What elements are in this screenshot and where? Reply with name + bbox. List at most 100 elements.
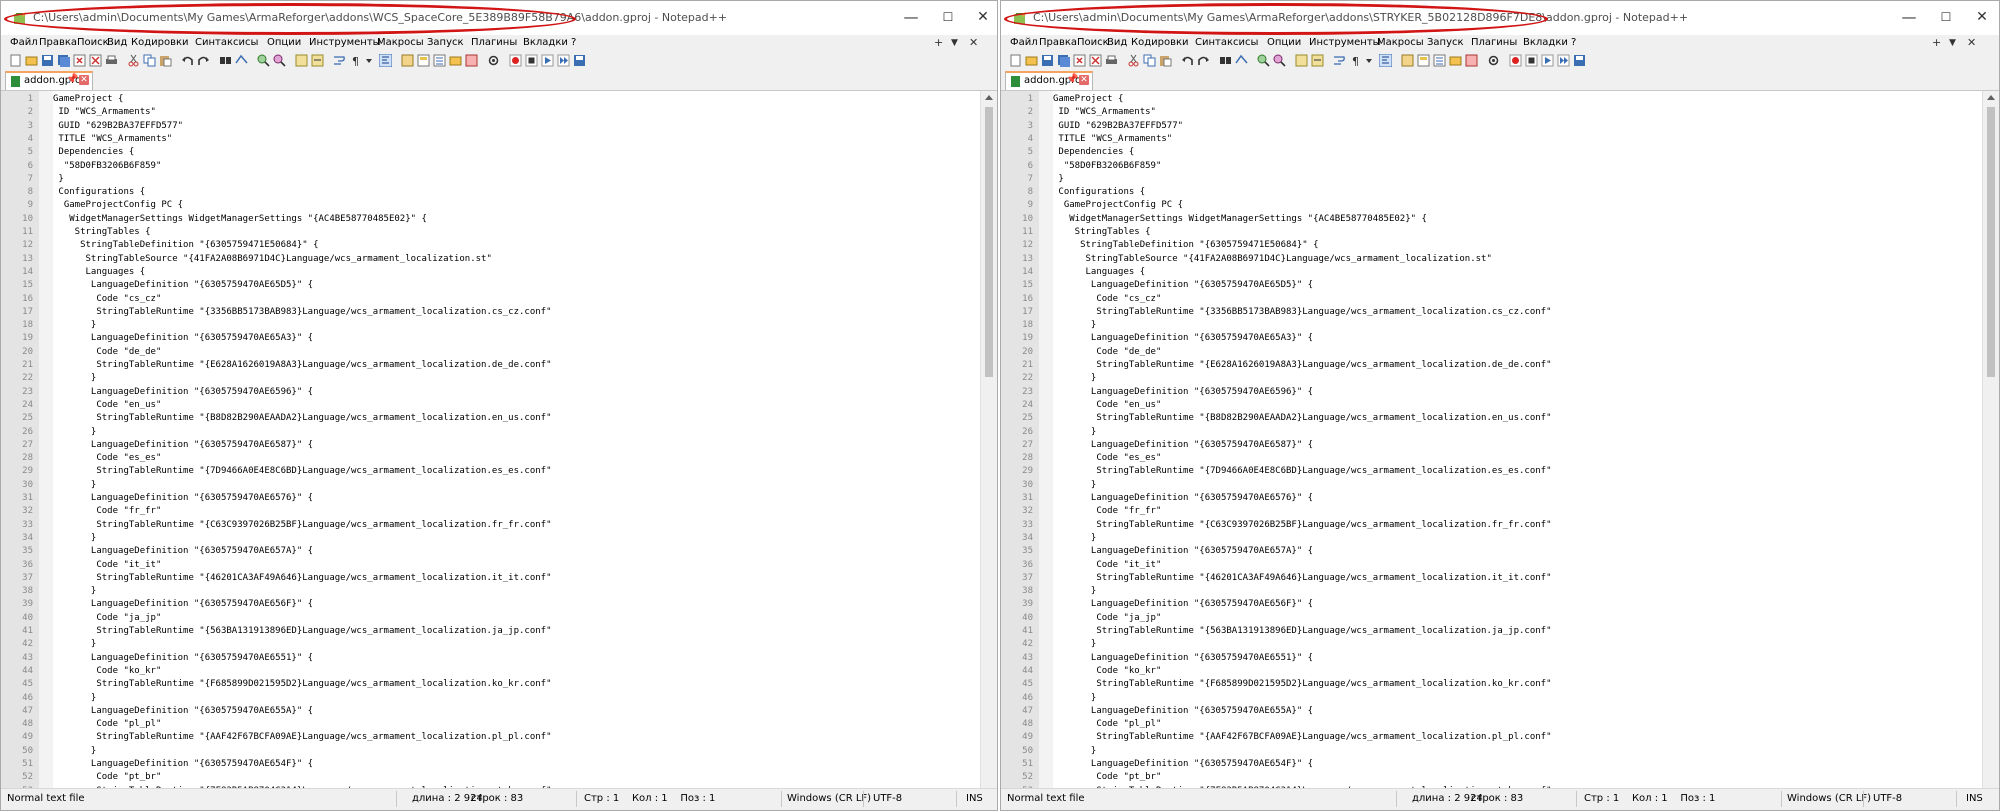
code-line[interactable]: LanguageDefinition "{6305759470AE655A}" … xyxy=(1053,706,1313,716)
code-line[interactable]: StringTableRuntime "{B8D82B290AEAADA2}La… xyxy=(1053,413,1551,423)
code-line[interactable]: } xyxy=(1053,320,1096,330)
code-line[interactable]: } xyxy=(1053,427,1096,437)
menu-language[interactable]: Синтаксисы xyxy=(195,37,258,48)
show-all-icon[interactable]: ¶ xyxy=(349,54,362,67)
cut-icon[interactable] xyxy=(127,54,140,67)
menu-file[interactable]: Файл xyxy=(10,37,38,48)
replace-icon[interactable] xyxy=(235,54,248,67)
code-line[interactable]: Code "en_us" xyxy=(1053,400,1161,410)
tab-list-button[interactable]: ▼ xyxy=(951,38,958,48)
code-line[interactable]: GameProjectConfig PC { xyxy=(53,200,183,210)
tab-addon-gproj[interactable]: addon.gproj 📌 ✕ xyxy=(1005,71,1093,90)
menu-view[interactable]: Вид xyxy=(107,37,127,48)
save-macro-icon[interactable] xyxy=(573,54,586,67)
code-line[interactable]: Code "pt_br" xyxy=(53,772,161,782)
code-line[interactable]: TITLE "WCS_Armaments" xyxy=(53,134,172,144)
code-line[interactable]: } xyxy=(53,320,96,330)
redo-icon[interactable] xyxy=(197,54,210,67)
stop-macro-icon[interactable] xyxy=(525,54,538,67)
doc-map-icon[interactable] xyxy=(417,54,430,67)
vertical-scrollbar[interactable] xyxy=(1982,91,1999,789)
code-line[interactable]: GameProjectConfig PC { xyxy=(1053,200,1183,210)
code-line[interactable]: Dependencies { xyxy=(1053,147,1134,157)
tab-close-icon[interactable]: ✕ xyxy=(1079,75,1089,85)
code-line[interactable]: LanguageDefinition "{6305759470AE65A3}" … xyxy=(53,333,313,343)
menu-encoding[interactable]: Кодировки xyxy=(131,37,189,48)
code-line[interactable]: StringTableRuntime "{E628A1626019A8A3}La… xyxy=(1053,360,1551,370)
zoom-in-icon[interactable] xyxy=(257,54,270,67)
tab-close-icon[interactable]: ✕ xyxy=(79,75,89,85)
code-line[interactable]: Dependencies { xyxy=(53,147,134,157)
code-line[interactable]: GUID "629B2BA37EFFD577" xyxy=(53,121,183,131)
code-line[interactable]: Code "de_de" xyxy=(53,347,161,357)
code-line[interactable]: WidgetManagerSettings WidgetManagerSetti… xyxy=(53,214,427,224)
code-line[interactable]: StringTableRuntime "{AAF42F67BCFA09AE}La… xyxy=(1053,732,1551,742)
code-line[interactable]: StringTableRuntime "{563BA131913896ED}La… xyxy=(53,626,551,636)
code-line[interactable]: LanguageDefinition "{6305759470AE657A}" … xyxy=(53,546,313,556)
close-tab-menu-button[interactable]: ✕ xyxy=(969,36,978,49)
code-line[interactable]: ID "WCS_Armaments" xyxy=(53,107,156,117)
record-macro-icon[interactable] xyxy=(1509,54,1522,67)
doc-switcher-icon[interactable] xyxy=(465,54,478,67)
print-icon[interactable] xyxy=(105,54,118,67)
status-mode[interactable]: INS xyxy=(1966,793,1983,804)
code-line[interactable]: } xyxy=(1053,586,1096,596)
show-all-dropdown-icon[interactable] xyxy=(1365,54,1373,67)
code-line[interactable]: StringTableRuntime "{C63C9397026B25BF}La… xyxy=(53,520,551,530)
function-list-icon[interactable] xyxy=(433,54,446,67)
close-window-button[interactable]: ✕ xyxy=(963,7,997,27)
menu-edit[interactable]: Правка xyxy=(39,37,77,48)
code-line[interactable]: Code "cs_cz" xyxy=(53,294,161,304)
menu-window[interactable]: Вкладки xyxy=(1523,37,1568,48)
code-line[interactable]: } xyxy=(53,480,96,490)
code-line[interactable]: } xyxy=(53,746,96,756)
menu-run[interactable]: Запуск xyxy=(1427,37,1464,48)
scrollbar-thumb[interactable] xyxy=(1987,107,1995,377)
code-line[interactable]: StringTables { xyxy=(1053,227,1151,237)
menu-encoding[interactable]: Кодировки xyxy=(1131,37,1189,48)
save-icon[interactable] xyxy=(41,54,54,67)
status-mode[interactable]: INS xyxy=(966,793,983,804)
status-encoding[interactable]: UTF-8 xyxy=(873,793,902,804)
code-line[interactable]: LanguageDefinition "{6305759470AE654F}" … xyxy=(53,759,313,769)
save-all-icon[interactable] xyxy=(57,54,70,67)
code-line[interactable]: StringTableSource "{41FA2A08B6971D4C}Lan… xyxy=(1053,254,1492,264)
code-line[interactable]: Code "de_de" xyxy=(1053,347,1161,357)
udl-icon[interactable] xyxy=(1401,54,1414,67)
run-macro-multiple-icon[interactable] xyxy=(1557,54,1570,67)
zoom-out-icon[interactable] xyxy=(1273,54,1286,67)
scrollbar-thumb[interactable] xyxy=(985,107,993,377)
code-line[interactable]: Code "it_it" xyxy=(53,560,161,570)
code-line[interactable]: WidgetManagerSettings WidgetManagerSetti… xyxy=(1053,214,1427,224)
save-macro-icon[interactable] xyxy=(1573,54,1586,67)
menu-search[interactable]: Поиск xyxy=(77,37,109,48)
code-line[interactable]: } xyxy=(1053,174,1063,184)
scroll-up-arrow-icon[interactable] xyxy=(1987,95,1995,100)
close-all-icon[interactable] xyxy=(1089,54,1102,67)
code-line[interactable]: StringTableRuntime "{3356BB5173BAB983}La… xyxy=(1053,307,1551,317)
menu-help[interactable]: ? xyxy=(571,37,576,48)
code-line[interactable]: StringTableRuntime "{3356BB5173BAB983}La… xyxy=(53,307,551,317)
save-all-icon[interactable] xyxy=(1057,54,1070,67)
code-line[interactable]: } xyxy=(1053,373,1096,383)
code-line[interactable]: ID "WCS_Armaments" xyxy=(1053,107,1156,117)
code-line[interactable]: } xyxy=(53,639,96,649)
sync-v-icon[interactable] xyxy=(1295,54,1308,67)
editor[interactable]: 1 GameProject {2 ID "WCS_Armaments" 3 GUID… xyxy=(1,91,997,789)
close-icon[interactable] xyxy=(1073,54,1086,67)
paste-icon[interactable] xyxy=(159,54,172,67)
code-line[interactable]: Code "pl_pl" xyxy=(1053,719,1161,729)
menu-search[interactable]: Поиск xyxy=(1077,37,1109,48)
code-line[interactable]: StringTableRuntime "{46201CA3AF49A646}La… xyxy=(53,573,551,583)
code-line[interactable]: StringTableRuntime "{7D9466A0E4E8C6BD}La… xyxy=(53,466,551,476)
code-line[interactable]: StringTableRuntime "{B8D82B290AEAADA2}La… xyxy=(53,413,551,423)
code-line[interactable]: LanguageDefinition "{6305759470AE65D5}" … xyxy=(53,280,313,290)
code-line[interactable]: LanguageDefinition "{6305759470AE6587}" … xyxy=(53,440,313,450)
record-macro-icon[interactable] xyxy=(509,54,522,67)
code-line[interactable]: StringTableRuntime "{AAF42F67BCFA09AE}La… xyxy=(53,732,551,742)
code-line[interactable]: LanguageDefinition "{6305759470AE657A}" … xyxy=(1053,546,1313,556)
code-line[interactable]: LanguageDefinition "{6305759470AE6576}" … xyxy=(1053,493,1313,503)
code-line[interactable]: Languages { xyxy=(1053,267,1146,277)
open-file-icon[interactable] xyxy=(25,54,38,67)
code-line[interactable]: StringTableRuntime "{563BA131913896ED}La… xyxy=(1053,626,1551,636)
